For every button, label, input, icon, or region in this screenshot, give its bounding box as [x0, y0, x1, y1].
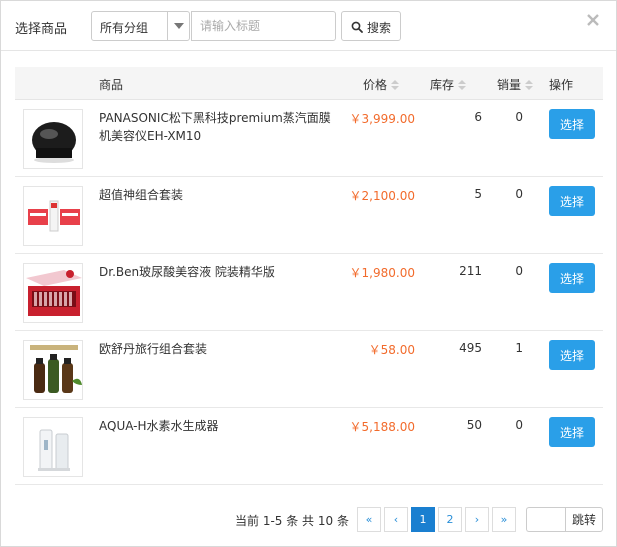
- product-stock: 211: [459, 264, 482, 278]
- product-sales: 0: [515, 187, 523, 201]
- table-row: PANASONIC松下黑科技premium蒸汽面膜机美容仪EH-XM10 ￥3,…: [15, 100, 603, 177]
- choose-button[interactable]: 选择: [549, 417, 595, 447]
- choose-button[interactable]: 选择: [549, 109, 595, 139]
- column-action: 操作: [549, 78, 574, 92]
- product-thumbnail: [23, 340, 83, 400]
- sort-icon[interactable]: [458, 80, 467, 90]
- first-page-button[interactable]: «: [357, 507, 381, 532]
- select-product-dialog: 选择商品 所有分组 搜索 商品 价格 库存 销量 操作: [0, 0, 617, 547]
- last-page-button[interactable]: »: [492, 507, 516, 532]
- search-button[interactable]: 搜索: [341, 11, 401, 41]
- column-product: 商品: [99, 78, 124, 92]
- product-name: PANASONIC松下黑科技premium蒸汽面膜机美容仪EH-XM10: [99, 111, 331, 143]
- product-name: Dr.Ben玻尿酸美容液 院装精华版: [99, 265, 275, 279]
- page-1-button[interactable]: 1: [411, 507, 435, 532]
- prev-page-button[interactable]: ‹: [384, 507, 408, 532]
- choose-button[interactable]: 选择: [549, 186, 595, 216]
- group-select-value: 所有分组: [100, 21, 149, 35]
- product-stock: 50: [466, 418, 482, 432]
- product-sales: 0: [515, 264, 523, 278]
- search-input[interactable]: [191, 11, 336, 41]
- column-price[interactable]: 价格: [363, 76, 400, 93]
- product-name: AQUA-H水素水生成器: [99, 419, 219, 433]
- product-thumbnail: [23, 417, 83, 477]
- column-stock-label: 库存: [430, 78, 455, 92]
- table-header: 商品 价格 库存 销量 操作: [15, 67, 603, 100]
- product-thumbnail: [23, 109, 83, 169]
- page-2-button[interactable]: 2: [438, 507, 462, 532]
- column-sales[interactable]: 销量: [497, 76, 534, 93]
- group-select[interactable]: 所有分组: [91, 11, 190, 41]
- product-table: 商品 价格 库存 销量 操作 PANASONIC松下黑科技premium蒸汽面膜…: [15, 67, 603, 485]
- product-price: ￥3,999.00: [349, 112, 415, 126]
- table-row: Dr.Ben玻尿酸美容液 院装精华版 ￥1,980.00 211 0 选择: [15, 254, 603, 331]
- jump-page-input[interactable]: [526, 507, 566, 532]
- product-sales: 1: [515, 341, 523, 355]
- next-page-button[interactable]: ›: [465, 507, 489, 532]
- dialog-header: 选择商品 所有分组 搜索: [1, 1, 616, 51]
- product-price: ￥1,980.00: [349, 266, 415, 280]
- column-sales-label: 销量: [497, 78, 522, 92]
- close-icon[interactable]: [586, 13, 600, 27]
- sort-icon[interactable]: [391, 80, 400, 90]
- jump-button[interactable]: 跳转: [565, 507, 603, 532]
- product-stock: 5: [474, 187, 482, 201]
- product-stock: 495: [459, 341, 482, 355]
- table-row: AQUA-H水素水生成器 ￥5,188.00 50 0 选择: [15, 408, 603, 485]
- product-price: ￥58.00: [368, 343, 415, 357]
- table-row: 欧舒丹旅行组合套装 ￥58.00 495 1 选择: [15, 331, 603, 408]
- product-sales: 0: [515, 418, 523, 432]
- table-row: 超值神组合套装 ￥2,100.00 5 0 选择: [15, 177, 603, 254]
- product-thumbnail: [23, 263, 83, 323]
- column-price-label: 价格: [363, 78, 388, 92]
- product-price: ￥5,188.00: [349, 420, 415, 434]
- product-name: 欧舒丹旅行组合套装: [99, 342, 208, 356]
- column-stock[interactable]: 库存: [430, 76, 467, 93]
- product-price: ￥2,100.00: [349, 189, 415, 203]
- pagination: 当前 1-5 条 共 10 条 « ‹ 1 2 › » 跳转: [1, 507, 617, 533]
- product-stock: 6: [474, 110, 482, 124]
- sort-icon[interactable]: [525, 80, 534, 90]
- dialog-title: 选择商品: [15, 22, 68, 37]
- product-thumbnail: [23, 186, 83, 246]
- product-name: 超值神组合套装: [99, 188, 184, 202]
- chevron-down-icon[interactable]: [167, 12, 189, 40]
- choose-button[interactable]: 选择: [549, 263, 595, 293]
- choose-button[interactable]: 选择: [549, 340, 595, 370]
- search-icon: [351, 21, 363, 33]
- pagination-info: 当前 1-5 条 共 10 条: [235, 514, 349, 528]
- search-button-label: 搜索: [367, 21, 392, 35]
- product-sales: 0: [515, 110, 523, 124]
